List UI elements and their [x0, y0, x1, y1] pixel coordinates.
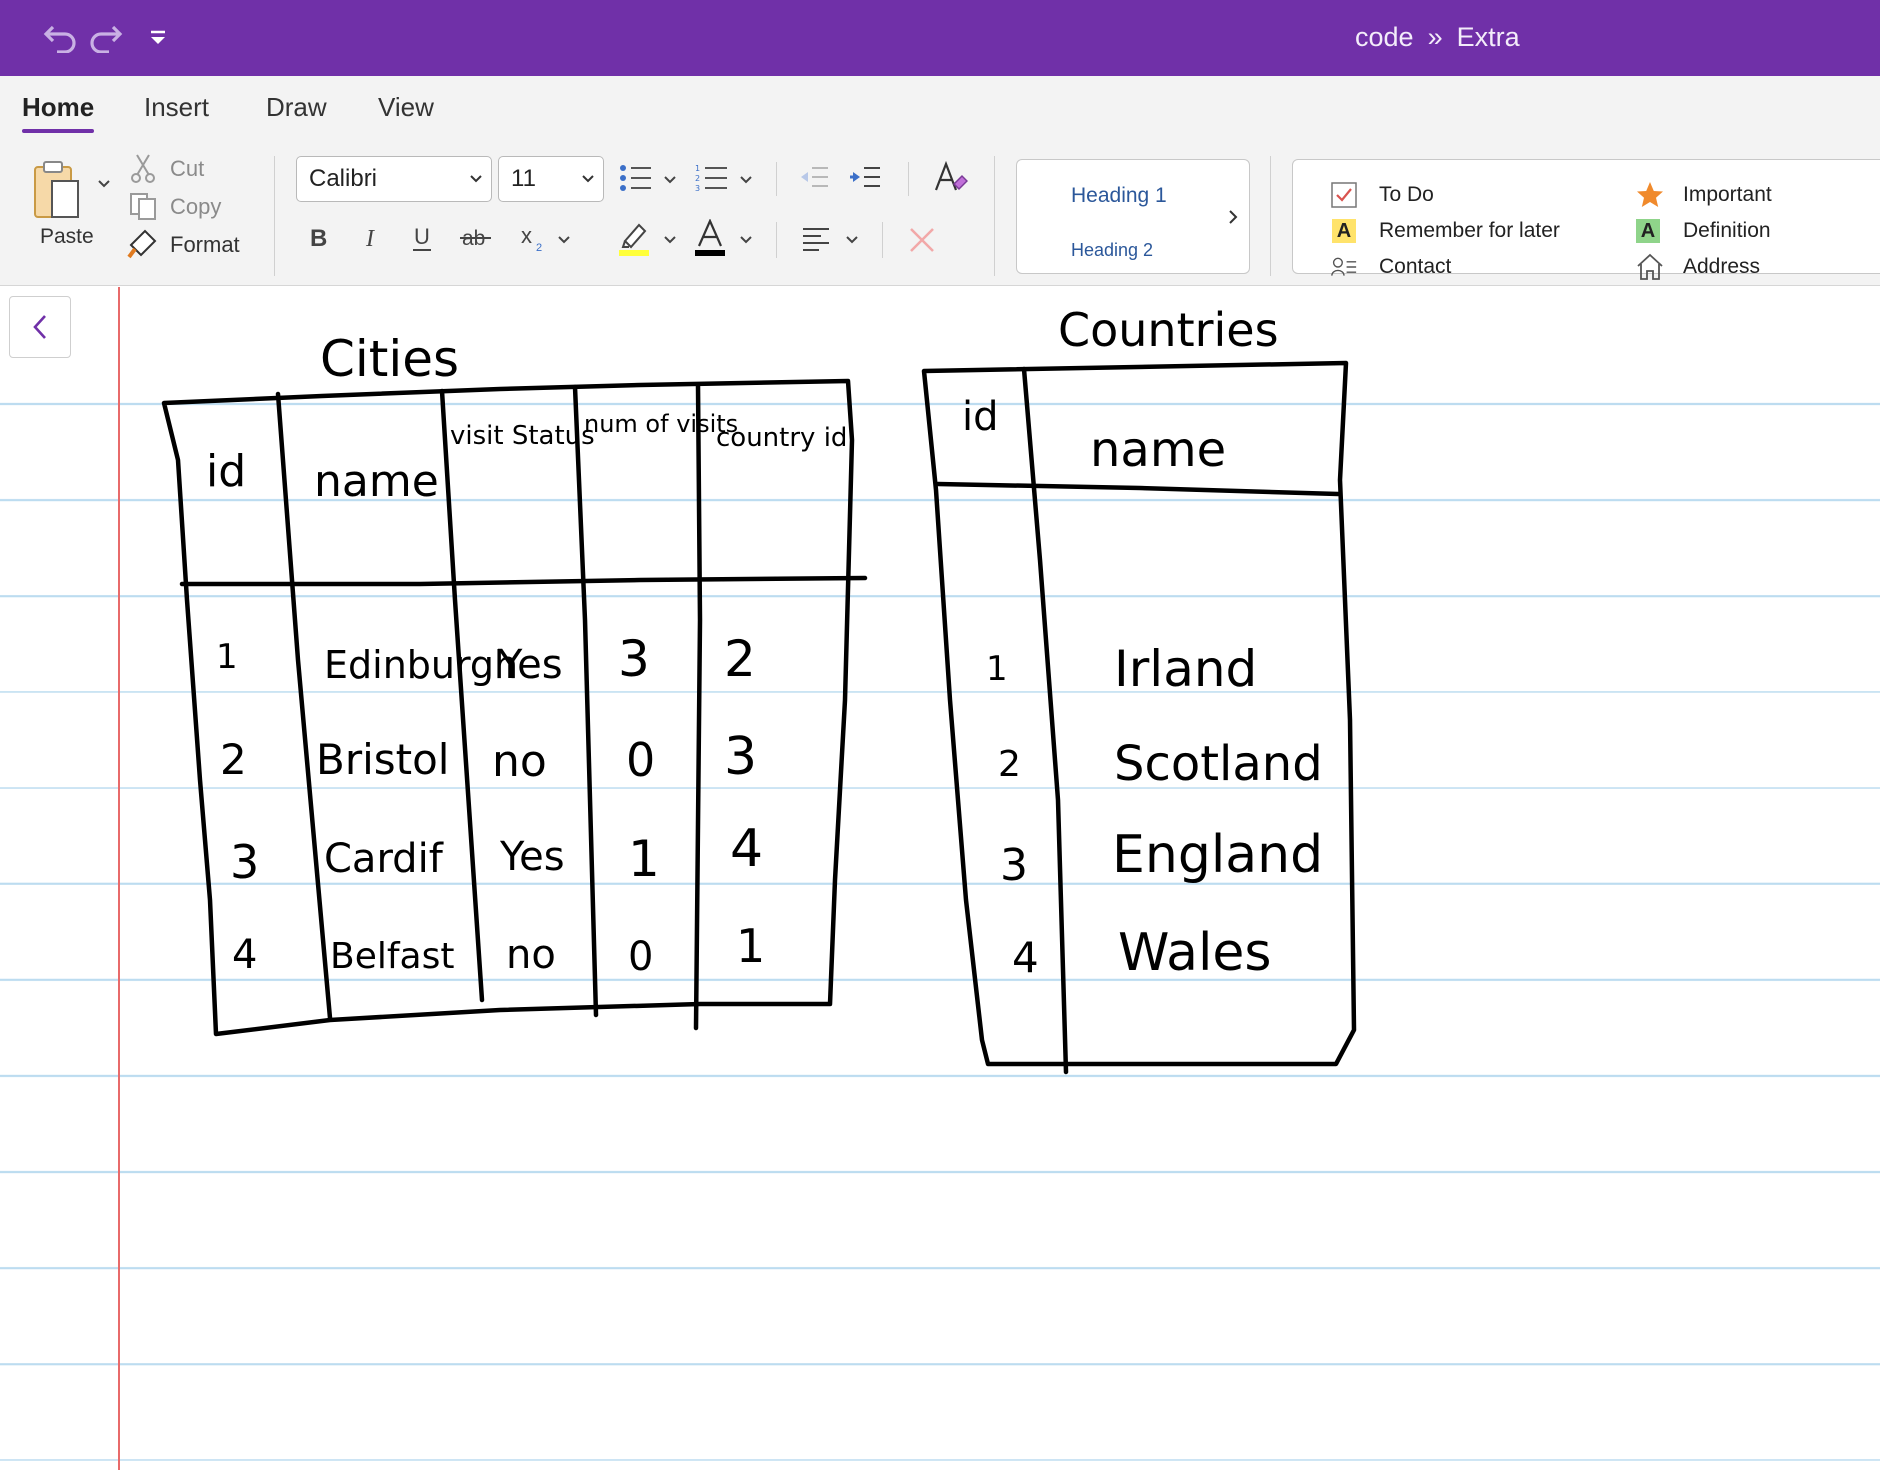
svg-text:3: 3	[695, 184, 700, 193]
tab-insert[interactable]: Insert	[144, 92, 209, 123]
format-painter-icon[interactable]	[126, 226, 160, 260]
highlight-a-icon[interactable]: A	[1331, 218, 1357, 244]
ribbon-divider	[274, 156, 275, 276]
customize-toolbar-icon[interactable]	[138, 18, 178, 58]
ribbon-tabs: Home Insert Draw View	[0, 76, 1880, 136]
clipboard-icon	[34, 161, 79, 218]
svg-text:I: I	[365, 226, 375, 252]
tag-contact[interactable]: Contact	[1379, 255, 1451, 279]
style-heading-2[interactable]: Heading 2	[1071, 240, 1153, 261]
highlight-chevron-icon[interactable]	[660, 230, 680, 250]
paste-options-chevron-icon[interactable]	[94, 174, 114, 194]
subscript-button[interactable]: x2	[516, 220, 552, 256]
increase-indent-icon[interactable]	[848, 162, 884, 192]
contact-icon[interactable]	[1331, 254, 1357, 280]
svg-text:2: 2	[536, 242, 542, 253]
margin-line	[118, 287, 120, 1470]
align-chevron-icon[interactable]	[842, 230, 862, 250]
decrease-indent-icon[interactable]	[796, 162, 832, 192]
scissors-icon[interactable]	[128, 152, 158, 184]
style-heading-1[interactable]: Heading 1	[1071, 184, 1167, 208]
subscript-chevron-icon[interactable]	[554, 230, 574, 250]
tag-important[interactable]: Important	[1683, 183, 1772, 207]
italic-button[interactable]: I	[356, 220, 388, 256]
bold-button[interactable]: B	[302, 220, 334, 256]
copy-button[interactable]: Copy	[170, 194, 221, 220]
tag-address[interactable]: Address	[1683, 255, 1760, 279]
numbered-list-chevron-icon[interactable]	[736, 170, 756, 190]
ribbon-divider	[908, 162, 909, 196]
format-button[interactable]: Format	[170, 232, 240, 258]
chevron-left-icon	[33, 315, 46, 339]
delete-icon[interactable]	[904, 222, 940, 258]
star-icon[interactable]	[1635, 180, 1665, 210]
cut-button[interactable]: Cut	[170, 156, 204, 182]
styles-gallery[interactable]: Heading 1 Heading 2	[1016, 159, 1250, 274]
window-title: code » Extra	[1355, 22, 1520, 53]
ribbon-divider	[882, 222, 883, 258]
collapse-navigation-button[interactable]	[9, 296, 71, 358]
page-name: Extra	[1456, 22, 1520, 52]
svg-text:x: x	[521, 223, 532, 248]
font-family-value: Calibri	[309, 165, 378, 192]
chevron-right-icon[interactable]	[1223, 206, 1243, 228]
tab-home[interactable]: Home	[22, 92, 95, 133]
svg-text:U: U	[414, 224, 430, 249]
clear-formatting-icon[interactable]	[930, 158, 970, 198]
chevron-down-icon	[470, 175, 482, 183]
highlight-color-icon[interactable]	[616, 218, 652, 258]
tab-draw[interactable]: Draw	[266, 92, 327, 123]
font-family-select[interactable]: Calibri	[296, 156, 492, 202]
tab-view[interactable]: View	[378, 92, 434, 123]
tags-gallery: To Do A Remember for later Contact Impor…	[1292, 159, 1880, 280]
undo-icon[interactable]	[40, 18, 80, 58]
ribbon-divider	[1270, 156, 1271, 276]
definition-a-icon[interactable]: A	[1635, 218, 1661, 244]
font-size-select[interactable]: 11	[498, 156, 604, 202]
font-color-chevron-icon[interactable]	[736, 230, 756, 250]
note-page[interactable]	[0, 287, 1880, 1470]
numbered-list-icon[interactable]: 123	[694, 160, 730, 196]
home-icon[interactable]	[1635, 252, 1665, 282]
checkbox-icon[interactable]	[1331, 182, 1357, 208]
tag-definition[interactable]: Definition	[1683, 219, 1771, 243]
font-size-value: 11	[511, 165, 536, 192]
svg-text:2: 2	[695, 174, 700, 183]
title-bar: code » Extra	[0, 0, 1880, 76]
notebook-name: code	[1355, 22, 1414, 52]
paste-label[interactable]: Paste	[40, 225, 94, 249]
ribbon-divider	[776, 162, 777, 196]
bullet-list-chevron-icon[interactable]	[660, 170, 680, 190]
svg-text:1: 1	[695, 164, 700, 173]
bullet-list-icon[interactable]	[618, 160, 654, 196]
align-left-icon[interactable]	[798, 222, 834, 256]
chevron-down-icon	[582, 175, 594, 183]
ribbon: Home Insert Draw View Paste Cut Copy For…	[0, 76, 1880, 286]
svg-text:B: B	[310, 225, 327, 252]
ribbon-divider	[994, 156, 995, 276]
tag-to-do[interactable]: To Do	[1379, 183, 1434, 207]
copy-icon[interactable]	[126, 190, 160, 222]
paste-button[interactable]	[28, 156, 88, 226]
strikethrough-button[interactable]: ab	[456, 220, 496, 256]
underline-button[interactable]: U	[406, 220, 438, 256]
redo-icon[interactable]	[86, 18, 126, 58]
breadcrumb-separator: »	[1427, 22, 1443, 52]
ribbon-divider	[776, 222, 777, 258]
tag-remember-for-later[interactable]: Remember for later	[1379, 219, 1560, 243]
font-color-icon[interactable]	[692, 218, 728, 258]
